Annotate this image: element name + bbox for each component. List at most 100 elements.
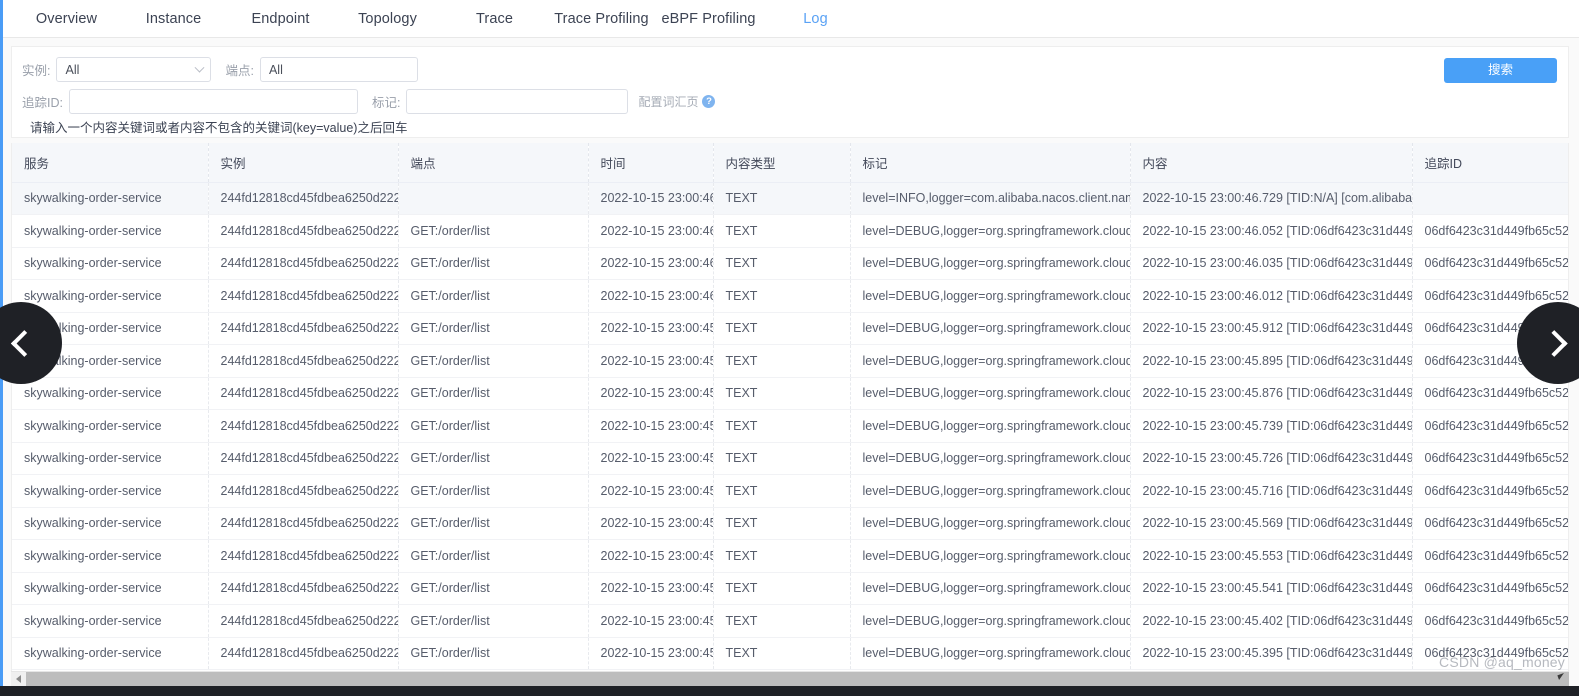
table-row[interactable]: skywalking-order-service 244fd12818cd45fd… <box>12 377 1568 410</box>
table-row[interactable]: skywalking-order-service 244fd12818cd45fd… <box>12 279 1568 313</box>
cell-content: 2022-10-15 23:00:45.395 [TID:06df6423c31… <box>1130 637 1413 670</box>
cell-tags: level=DEBUG,logger=org.springframework.c… <box>850 247 1131 280</box>
col-header-time[interactable]: 时间 <box>588 143 714 183</box>
table-row[interactable]: skywalking-order-service 244fd12818cd45fd… <box>12 474 1568 508</box>
endpoint-filter-label: 端点: <box>225 64 254 78</box>
scroll-left-button[interactable] <box>11 671 26 687</box>
cell-instance: 244fd12818cd45fdbea6250d222... <box>208 572 399 605</box>
log-table-container: 服务 实例 端点 时间 内容类型 标记 内容 追踪ID skywalking-o… <box>11 143 1569 671</box>
cell-endpoint: GET:/order/list <box>398 377 589 410</box>
triangle-left-icon <box>16 675 21 683</box>
cell-type: TEXT <box>713 572 851 605</box>
help-icon[interactable]: ? <box>702 95 716 108</box>
table-row[interactable]: skywalking-order-service 244fd12818cd45fd… <box>12 572 1568 605</box>
cell-traceid: 06df6423c31d449fb65c52e079b <box>1412 539 1568 573</box>
table-row[interactable]: skywalking-order-service 244fd12818cd45fd… <box>12 214 1568 248</box>
table-row[interactable]: skywalking-order-service 244fd12818cd45fd… <box>12 247 1568 280</box>
table-row[interactable]: skywalking-order-service 244fd12818cd45fd… <box>12 409 1568 443</box>
cell-instance: 244fd12818cd45fdbea6250d222... <box>208 279 399 313</box>
cell-time: 2022-10-15 23:00:45 <box>588 604 714 638</box>
tab-instance[interactable]: Instance <box>120 11 227 27</box>
cell-time: 2022-10-15 23:00:46 <box>588 247 714 280</box>
horizontal-scrollbar[interactable] <box>11 671 1569 687</box>
col-header-traceid[interactable]: 追踪ID <box>1412 143 1568 183</box>
cell-traceid: 06df6423c31d449fb65c52e079b <box>1412 247 1568 280</box>
cell-traceid: 06df6423c31d449fb65c52e079b <box>1412 572 1568 605</box>
table-row[interactable]: skywalking-order-service 244fd12818cd45fd… <box>12 344 1568 378</box>
instance-select[interactable]: All <box>56 57 212 82</box>
cell-instance: 244fd12818cd45fdbea6250d222... <box>208 214 399 248</box>
cell-time: 2022-10-15 23:00:45 <box>588 344 714 378</box>
cell-service: skywalking-order-service <box>12 247 209 280</box>
table-header-row: 服务 实例 端点 时间 内容类型 标记 内容 追踪ID <box>12 143 1568 183</box>
cell-type: TEXT <box>713 442 851 475</box>
tab-ebpf-profiling[interactable]: eBPF Profiling <box>655 11 762 27</box>
cell-tags: level=DEBUG,logger=org.springframework.c… <box>850 409 1131 443</box>
col-header-instance[interactable]: 实例 <box>208 143 399 183</box>
cell-type: TEXT <box>713 604 851 638</box>
cell-service: skywalking-order-service <box>12 539 209 573</box>
cell-tags: level=DEBUG,logger=org.springframework.c… <box>850 279 1131 313</box>
cell-type: TEXT <box>713 312 851 345</box>
cell-instance: 244fd12818cd45fdbea6250d222... <box>208 442 399 475</box>
endpoint-input[interactable] <box>259 57 418 82</box>
table-row[interactable]: skywalking-order-service 244fd12818cd45fd… <box>12 312 1568 345</box>
cell-type: TEXT <box>713 474 851 508</box>
cell-type: TEXT <box>713 539 851 573</box>
tags-filter-label: 标记: <box>371 96 401 110</box>
log-table-head: 服务 实例 端点 时间 内容类型 标记 内容 追踪ID <box>12 143 1568 183</box>
col-header-content[interactable]: 内容 <box>1130 143 1413 183</box>
cell-time: 2022-10-15 23:00:45 <box>588 539 714 573</box>
cell-instance: 244fd12818cd45fdbea6250d222... <box>208 409 399 443</box>
traceid-input[interactable] <box>68 89 358 114</box>
col-header-type[interactable]: 内容类型 <box>713 143 851 183</box>
cell-type: TEXT <box>713 182 851 215</box>
table-row[interactable]: skywalking-order-service 244fd12818cd45fd… <box>12 637 1568 670</box>
tab-topology[interactable]: Topology <box>334 11 441 27</box>
cell-endpoint: GET:/order/list <box>398 214 589 248</box>
cell-tags: level=DEBUG,logger=org.springframework.c… <box>850 377 1131 410</box>
table-row[interactable]: skywalking-order-service 244fd12818cd45fd… <box>12 442 1568 475</box>
main-tab-bar: Overview Instance Endpoint Topology Trac… <box>3 0 1579 38</box>
cell-type: TEXT <box>713 214 851 248</box>
table-row[interactable]: skywalking-order-service 244fd12818cd45fd… <box>12 507 1568 540</box>
instance-select-value: All <box>65 62 80 77</box>
cell-traceid: 06df6423c31d449fb65c52e079b <box>1412 604 1568 638</box>
tab-trace[interactable]: Trace <box>441 11 548 27</box>
config-vocabulary-link[interactable]: 配置词汇页 ? <box>638 93 716 110</box>
cell-content: 2022-10-15 23:00:45.402 [TID:06df6423c31… <box>1130 604 1413 638</box>
cell-service: skywalking-order-service <box>12 409 209 443</box>
cell-time: 2022-10-15 23:00:46 <box>588 182 714 215</box>
table-row[interactable]: skywalking-order-service 244fd12818cd45fd… <box>12 604 1568 638</box>
scrollbar-thumb[interactable] <box>26 671 1569 687</box>
tags-input[interactable] <box>406 89 629 114</box>
cell-instance: 244fd12818cd45fdbea6250d222... <box>208 312 399 345</box>
cell-tags: level=DEBUG,logger=org.springframework.c… <box>850 637 1131 670</box>
tab-endpoint[interactable]: Endpoint <box>227 11 334 27</box>
table-row[interactable]: skywalking-order-service 244fd12818cd45fd… <box>12 539 1568 573</box>
tab-log[interactable]: Log <box>762 11 869 27</box>
instance-filter-label: 实例: <box>22 64 51 78</box>
col-header-tags[interactable]: 标记 <box>850 143 1131 183</box>
chevron-down-icon <box>195 62 205 73</box>
col-header-service[interactable]: 服务 <box>12 143 209 183</box>
cell-time: 2022-10-15 23:00:46 <box>588 214 714 248</box>
cell-service: skywalking-order-service <box>12 507 209 540</box>
tab-overview[interactable]: Overview <box>13 11 120 27</box>
cell-tags: level=DEBUG,logger=org.springframework.c… <box>850 539 1131 573</box>
col-header-endpoint[interactable]: 端点 <box>398 143 589 183</box>
chevron-left-icon <box>10 329 38 357</box>
cell-service: skywalking-order-service <box>12 182 209 215</box>
cell-tags: level=DEBUG,logger=org.springframework.c… <box>850 344 1131 378</box>
cell-content: 2022-10-15 23:00:46.012 [TID:06df6423c31… <box>1130 279 1413 313</box>
log-table-body: skywalking-order-service 244fd12818cd45fd… <box>12 182 1568 670</box>
cell-instance: 244fd12818cd45fdbea6250d222... <box>208 377 399 410</box>
cell-time: 2022-10-15 23:00:45 <box>588 312 714 345</box>
cell-service: skywalking-order-service <box>12 377 209 410</box>
config-vocabulary-label: 配置词汇页 <box>638 95 699 109</box>
cell-tags: level=DEBUG,logger=org.springframework.c… <box>850 604 1131 638</box>
table-row[interactable]: skywalking-order-service 244fd12818cd45fd… <box>12 182 1568 215</box>
search-button[interactable]: 搜索 <box>1444 58 1557 83</box>
cell-traceid: 06df6423c31d449fb65c52e079b <box>1412 409 1568 443</box>
tab-trace-profiling[interactable]: Trace Profiling <box>548 11 655 27</box>
